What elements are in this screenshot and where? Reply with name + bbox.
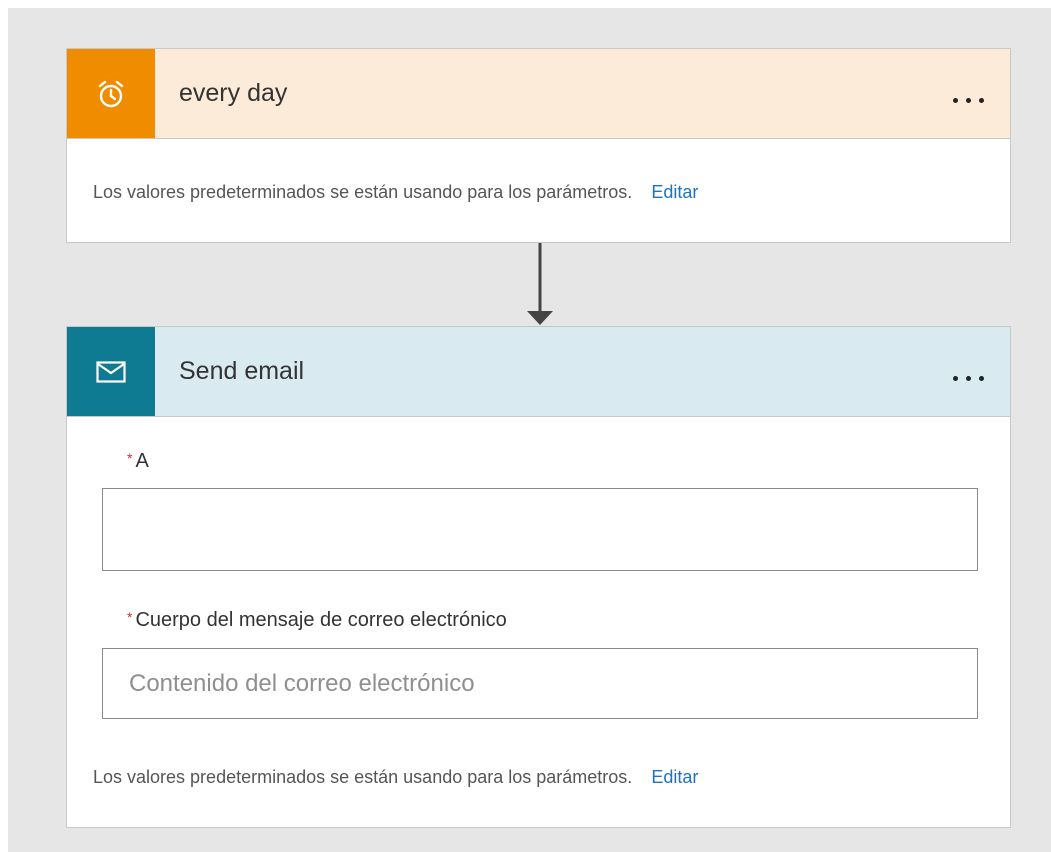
trigger-defaults-message: Los valores predeterminados se están usa…	[93, 182, 698, 203]
trigger-defaults-text: Los valores predeterminados se están usa…	[93, 182, 633, 202]
ellipsis-icon	[953, 97, 958, 103]
ellipsis-dot	[979, 97, 984, 103]
trigger-icon-box	[67, 49, 155, 138]
trigger-more-options-button[interactable]	[949, 81, 988, 107]
ellipsis-dot	[979, 375, 984, 381]
action-title: Send email	[179, 357, 305, 385]
ellipsis-dot	[966, 375, 971, 381]
to-field-label: * A	[127, 450, 149, 473]
trigger-card-header[interactable]: every day	[67, 49, 1010, 139]
body-field-label: * Cuerpo del mensaje de correo electrónic…	[127, 609, 507, 632]
action-defaults-message: Los valores predeterminados se están usa…	[93, 767, 698, 788]
action-more-options-button[interactable]	[949, 359, 988, 385]
trigger-card-every-day: every day Los valores predeterminados se…	[66, 48, 1011, 243]
trigger-edit-link[interactable]: Editar	[651, 182, 698, 202]
body-label-text: Cuerpo del mensaje de correo electrónico	[135, 609, 507, 631]
required-marker: *	[127, 450, 133, 466]
down-arrow-icon	[527, 243, 553, 325]
alarm-clock-icon	[98, 80, 124, 107]
flow-canvas: every day Los valores predeterminados se…	[8, 8, 1051, 852]
envelope-icon	[96, 360, 126, 383]
action-defaults-text: Los valores predeterminados se están usa…	[93, 767, 633, 787]
ellipsis-dot	[966, 97, 971, 103]
required-marker: *	[127, 609, 133, 625]
ellipsis-icon	[953, 375, 958, 381]
action-edit-link[interactable]: Editar	[651, 767, 698, 787]
email-body-input[interactable]	[102, 648, 978, 719]
action-card-send-email: Send email * A * Cuerpo del mensaje de cor…	[66, 326, 1011, 828]
to-input[interactable]	[102, 488, 978, 571]
to-label-text: A	[135, 450, 149, 472]
action-card-header[interactable]: Send email	[67, 327, 1010, 417]
action-icon-box	[67, 327, 155, 416]
trigger-title: every day	[179, 79, 288, 107]
